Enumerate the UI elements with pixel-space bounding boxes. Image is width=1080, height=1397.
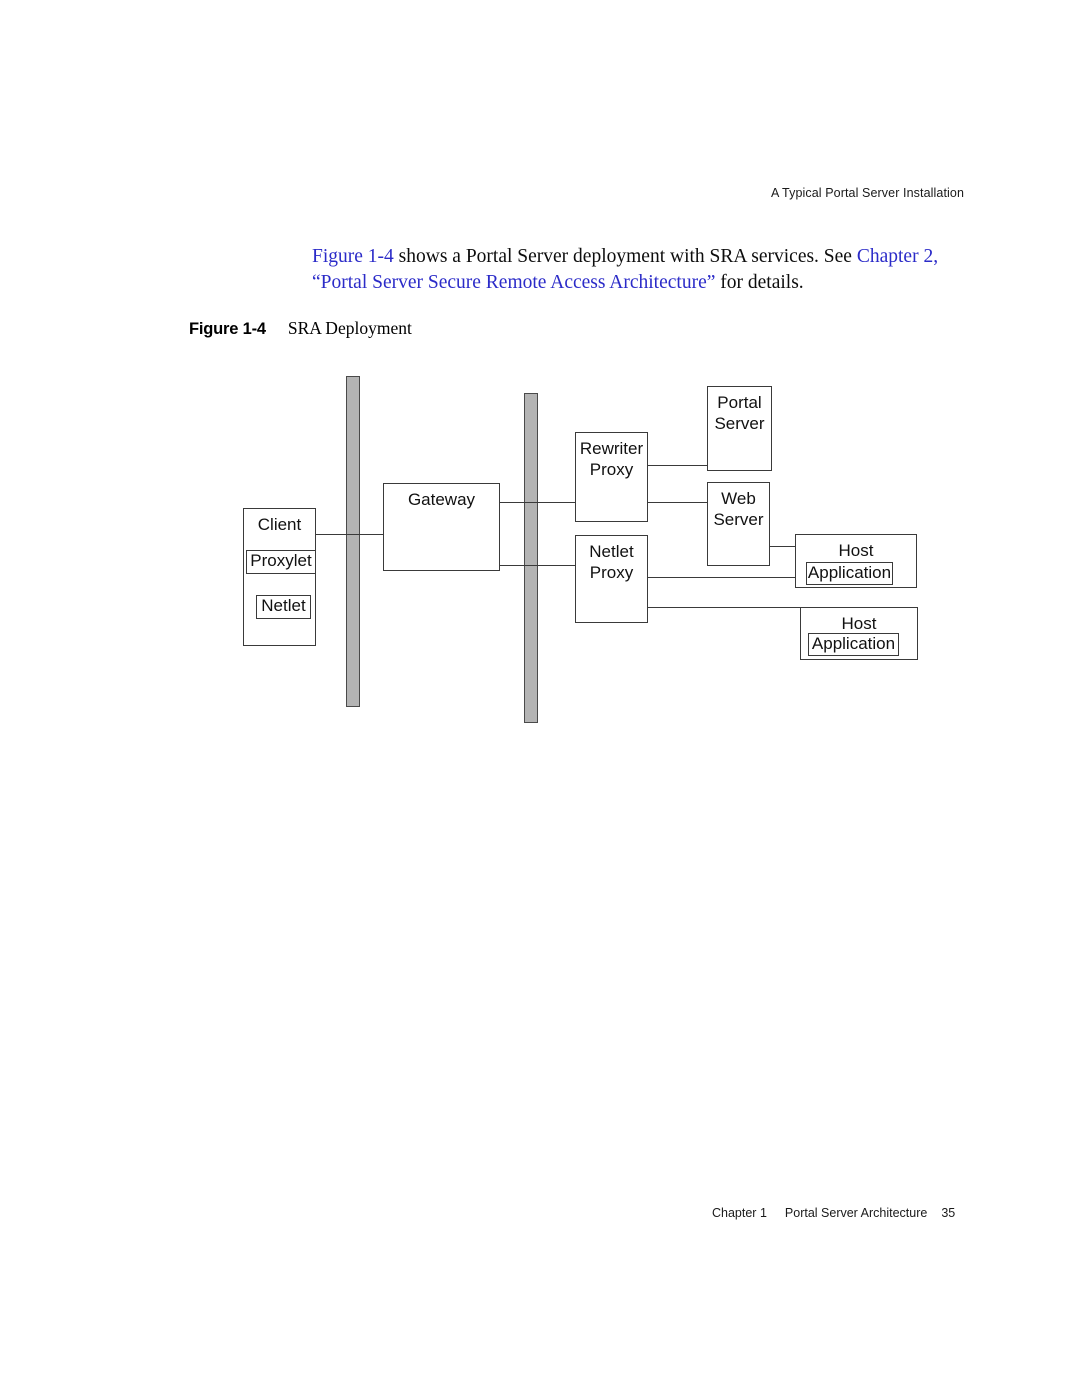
node-web-server[interactable]: Web Server [707,482,770,566]
subnode-proxylet-label: Proxylet [250,551,312,570]
subnode-application-2-label: Application [811,634,896,653]
node-client[interactable]: Client [243,508,316,646]
node-host-1-label: Host [838,541,874,560]
subnode-application-2[interactable]: Application [808,633,899,656]
node-web-server-label: Web Server [713,489,764,529]
node-host-2-label: Host [841,614,877,633]
node-client-label: Client [257,515,302,534]
node-netlet-proxy-label: Netlet Proxy [589,542,634,582]
connector-gateway-rewriter-proxy [500,502,575,503]
sra-deployment-diagram: Client Gateway Rewriter Proxy Netlet Pro… [0,0,1080,1397]
firewall-bar-outer [346,376,360,707]
footer-chapter-title: Portal Server Architecture [784,1206,928,1220]
node-gateway-label: Gateway [407,490,476,509]
node-rewriter-proxy-label: Rewriter Proxy [579,439,644,479]
connector-netlet-proxy-host-1 [648,577,806,578]
firewall-bar-inner [524,393,538,723]
subnode-application-1-label: Application [807,563,892,582]
subnode-netlet-label: Netlet [261,596,306,615]
page-footer: Chapter 1 Portal Server Architecture 35 [712,1206,955,1220]
connector-netlet-proxy-host-2 [648,607,800,608]
connector-rewriter-proxy-web-server [648,502,707,503]
footer-page-number: 35 [941,1206,956,1220]
node-portal-server-label: Portal Server [714,393,765,433]
connector-rewriter-proxy-portal-server [648,465,707,466]
connector-gateway-netlet-proxy [500,565,575,566]
subnode-netlet[interactable]: Netlet [256,595,311,619]
node-rewriter-proxy[interactable]: Rewriter Proxy [575,432,648,522]
node-portal-server[interactable]: Portal Server [707,386,772,471]
node-netlet-proxy[interactable]: Netlet Proxy [575,535,648,623]
connector-web-server-host-1 [770,546,795,547]
subnode-proxylet[interactable]: Proxylet [246,550,316,574]
footer-chapter: Chapter 1 [712,1206,767,1220]
connector-client-gateway [316,534,383,535]
node-gateway[interactable]: Gateway [383,483,500,571]
subnode-application-1[interactable]: Application [806,562,893,585]
